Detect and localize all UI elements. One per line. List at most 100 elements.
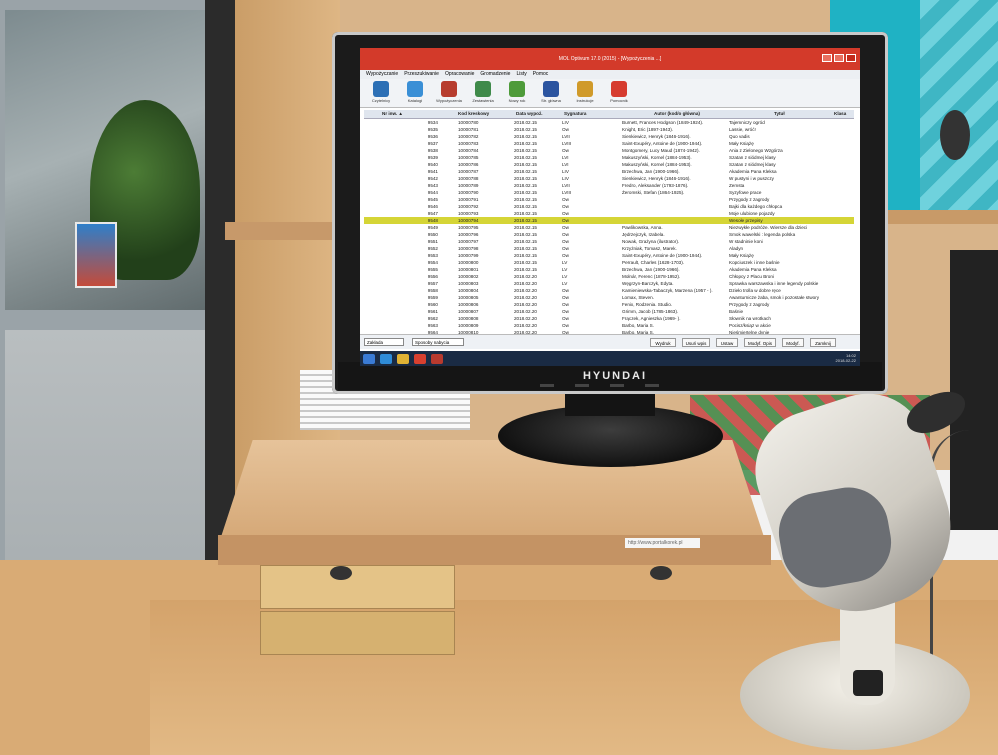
table-row[interactable]: 9558 10000804 2018.02.20 Ow Kamieniewska-Tab… [364,287,854,294]
table-cell: 2018.02.20 [514,295,537,300]
col-sygnatura[interactable]: Sygnatura [564,110,586,118]
search-icon [407,81,423,97]
table-row[interactable]: 9561 10000807 2018.02.20 Ow Grimm, Jacob (17… [364,308,854,315]
app-icon[interactable] [431,354,443,364]
table-cell: Ow [562,302,569,307]
menu-item[interactable]: Listy [516,71,526,77]
table-cell: 10000805 [458,295,479,300]
table-row[interactable]: 9551 10000797 2018.02.15 Ow Nowak, Grażyna (… [364,238,854,245]
table-cell: 2018.02.20 [514,274,537,279]
action-button[interactable]: Ustaw [716,338,738,347]
table-cell: 2018.02.15 [514,120,537,125]
toolbar-button[interactable]: Wypożyczenia [434,81,464,107]
table-cell: 9558 [427,288,438,293]
toolbar-button[interactable]: Pomocnik [604,81,634,107]
col-nr-inw[interactable]: Nr inw. ▲ [382,110,403,118]
toolbar-button[interactable]: Czytelnicy [366,81,396,107]
table-row[interactable]: 9549 10000795 2018.02.15 Ow Pawlikowska, Ann… [364,224,854,231]
menu-item[interactable]: Wypożyczanie [366,71,398,77]
toolbar-button[interactable]: Zestawienia [468,81,498,107]
table-row[interactable]: 9535 10000781 2018.02.15 Ow Knight, Eric (18… [364,126,854,133]
book [260,565,455,609]
table-cell: Zemsta [729,183,745,188]
menu-item[interactable]: Opracowanie [445,71,474,77]
toolbar-label: Wypożyczenia [436,98,462,103]
table-row[interactable]: 9546 10000792 2018.02.15 Ow Bajki dla każdeg… [364,203,854,210]
table-row[interactable]: 9560 10000806 2018.02.20 Ow Fenix, Rodzenia.… [364,301,854,308]
table-cell: LIV [562,169,569,174]
monitor-button[interactable] [610,384,624,387]
table-cell: 10000795 [458,225,479,230]
table-cell: LIV [562,120,569,125]
table-row[interactable]: 9543 10000789 2018.02.15 LVII Fredro, Aleksa… [364,182,854,189]
table-cell: 2018.02.15 [514,253,537,258]
table-cell: 9544 [427,190,438,195]
monitor-button[interactable] [575,384,589,387]
table-row[interactable]: 9554 10000800 2018.02.15 LV Perrault, Charle… [364,259,854,266]
table-cell: Ow [562,309,569,314]
table-cell: Syzyfowe prace [729,190,762,195]
toolbar-button[interactable]: Nowy rok [502,81,532,107]
table-row[interactable]: 9539 10000785 2018.02.15 LVI Makuszyński, Ko… [364,154,854,161]
toolbar-button[interactable]: Str. główna [536,81,566,107]
action-button[interactable]: Modyf. [782,338,804,347]
acquisition-select[interactable]: Sposoby nabycia [412,338,464,346]
action-button[interactable]: Zamknij [810,338,836,347]
action-button[interactable]: Usuń wpis [682,338,710,347]
table-cell: 2018.02.15 [514,204,537,209]
scanner-badge [853,670,883,696]
table-row[interactable]: 9555 10000801 2018.02.15 LV Brzechwa, Jan (1… [364,266,854,273]
table-row[interactable]: 9547 10000793 2018.02.15 Ow Moje ulubione po… [364,210,854,217]
col-data[interactable]: Data wypoż. [516,110,543,118]
col-kod-kreskowy[interactable]: Kod kreskowy [458,110,489,118]
table-row[interactable]: 9552 10000798 2018.02.15 Ow Krzyżniak, Tomas… [364,245,854,252]
toolbar-button[interactable]: Katalogi [400,81,430,107]
table-row[interactable]: 9542 10000788 2018.02.15 LIV Sienkiewicz, He… [364,175,854,182]
monitor-button[interactable] [540,384,554,387]
col-autor[interactable]: Autor (kod/o główna) [654,110,700,118]
table-row[interactable]: 9544 10000790 2018.02.15 LVIII Żeromski, Ste… [364,189,854,196]
table-row[interactable]: 9534 10000780 2018.02.15 LIV Burnett, France… [364,119,854,126]
table-row[interactable]: 9537 10000783 2018.02.15 LVIII Saint-Exupéry… [364,140,854,147]
action-button[interactable]: Wydruk [650,338,676,347]
toolbar-button[interactable]: Instrukcje [570,81,600,107]
menu-item[interactable]: Pomoc [533,71,549,77]
book-stack-icon [475,81,491,97]
table-cell: 9546 [427,204,438,209]
menu-item[interactable]: Przeszukiwanie [404,71,439,77]
table-cell: 10000796 [458,232,479,237]
table-cell: Lassie, wróć! [729,127,756,132]
menu-item[interactable]: Gromadzenie [480,71,510,77]
table-row[interactable]: 9536 10000782 2018.02.15 LVII Sienkiewicz, H… [364,133,854,140]
maximize-button[interactable] [834,54,844,62]
action-button[interactable]: Modyf. Opis [744,338,776,347]
browser-icon[interactable] [414,354,426,364]
table-row[interactable]: 9545 10000791 2018.02.15 Ow Przygody z zagro… [364,196,854,203]
table-row[interactable]: 9559 10000805 2018.02.20 Ow Lomax, Steven. Aw… [364,294,854,301]
table-row[interactable]: 9540 10000786 2018.02.15 LVI Makuszyński, Ko… [364,161,854,168]
table-row[interactable]: 9562 10000808 2018.02.20 Ow Frączek, Agniesz… [364,315,854,322]
table-cell: 10000789 [458,183,479,188]
close-button[interactable] [846,54,856,62]
col-klasa[interactable]: Klasa [834,110,846,118]
table-cell: Słownik na wrotkach [729,316,771,321]
table-row[interactable]: 9563 10000809 2018.02.20 Ow Barbo, Maria S. P… [364,322,854,329]
table-row[interactable]: 9553 10000799 2018.02.15 Ow Saint-Exupéry, A… [364,252,854,259]
table-cell: 9549 [427,225,438,230]
table-row[interactable]: 9556 10000802 2018.02.20 LV Molnár, Ferenc (… [364,273,854,280]
col-tytul[interactable]: Tytuł [774,110,785,118]
table-row[interactable]: 9538 10000784 2018.02.15 Ow Montgomery, Lucy… [364,147,854,154]
table-row[interactable]: 9548 10000794 2018.02.15 Ow Wesołe przepisy [364,217,854,224]
minimize-button[interactable] [822,54,832,62]
table-cell: 9555 [427,267,438,272]
table-row[interactable]: 9557 10000803 2018.02.20 LV Węgrzyn-Barczyk,… [364,280,854,287]
start-icon[interactable] [363,354,375,364]
folder-icon[interactable] [397,354,409,364]
ie-icon[interactable] [380,354,392,364]
table-row[interactable]: 9541 10000787 2018.02.15 LIV Brzechwa, Jan (… [364,168,854,175]
filter-select[interactable]: Zakłada [364,338,404,346]
table-row[interactable]: 9550 10000796 2018.02.15 Ow Jędrzejczyk, Iza… [364,231,854,238]
table-cell: Ow [562,127,569,132]
monitor-button[interactable] [645,384,659,387]
table-cell: 2018.02.15 [514,162,537,167]
